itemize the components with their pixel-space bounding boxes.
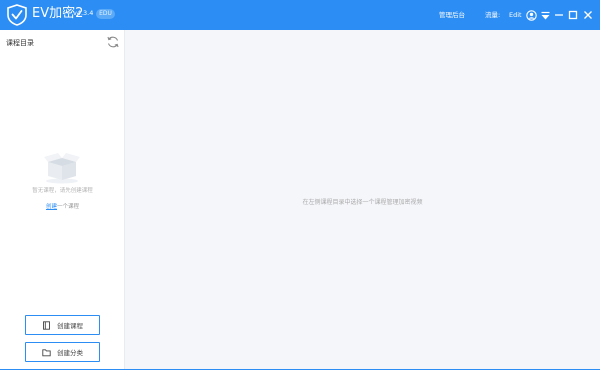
create-course-link[interactable]: 创建 xyxy=(46,204,57,210)
create-category-button[interactable]: 创建分类 xyxy=(25,342,100,362)
version-label: v4.3.4 xyxy=(73,9,94,17)
shield-logo-icon xyxy=(7,4,27,26)
create-course-button[interactable]: 创建课程 xyxy=(25,315,100,335)
create-course-hint: 创建一个课程 xyxy=(0,202,125,210)
title-bar: EV加密2 v4.3.4 EDU 管理后台 流量: Edit xyxy=(0,0,600,30)
dropdown-menu-icon[interactable] xyxy=(538,8,552,22)
edition-badge: EDU xyxy=(96,9,115,19)
document-icon xyxy=(43,320,50,330)
create-course-suffix: 一个课程 xyxy=(57,204,80,210)
sidebar-title: 课程目录 xyxy=(6,39,34,47)
menu-manage[interactable]: 管理后台 xyxy=(439,11,465,19)
traffic-label: 流量: xyxy=(485,11,501,19)
refresh-icon[interactable] xyxy=(106,35,120,49)
menu-edit[interactable]: Edit xyxy=(509,11,522,19)
select-course-hint: 在左侧课程目录中选择一个课程管理加密视频 xyxy=(302,199,423,206)
empty-box-icon xyxy=(44,153,80,184)
main-content: 在左侧课程目录中选择一个课程管理加密视频 xyxy=(125,30,600,369)
course-sidebar: 课程目录 暂无课程，请先创建课程 创建一个课程 创建课程 创建分类 xyxy=(0,30,125,369)
maximize-icon[interactable] xyxy=(566,8,580,22)
create-category-label: 创建分类 xyxy=(57,349,83,357)
folder-icon xyxy=(42,348,51,356)
close-icon[interactable] xyxy=(581,8,595,22)
create-course-label: 创建课程 xyxy=(57,322,83,330)
empty-state-text: 暂无课程，请先创建课程 xyxy=(32,188,93,194)
minimize-icon[interactable] xyxy=(552,8,566,22)
user-icon[interactable] xyxy=(524,8,538,22)
